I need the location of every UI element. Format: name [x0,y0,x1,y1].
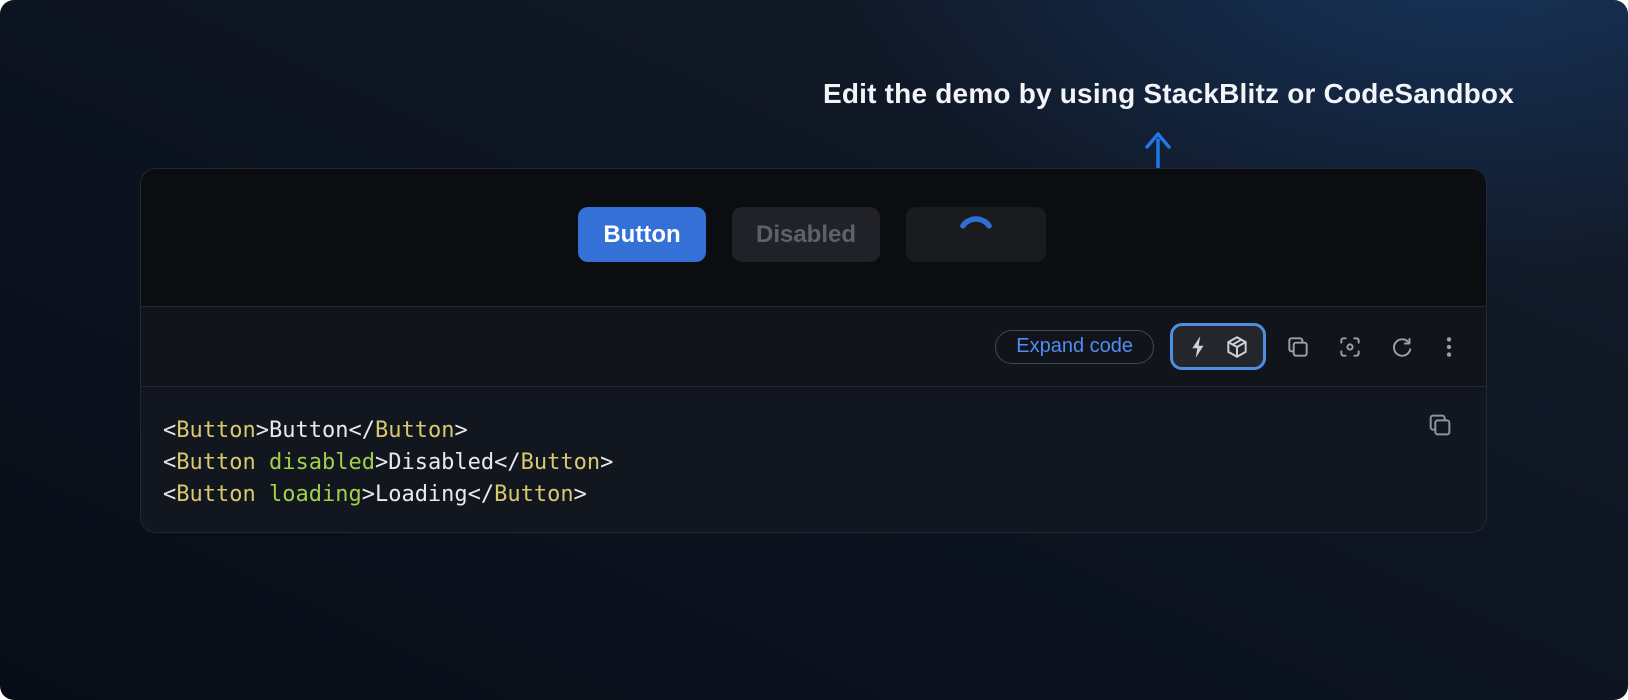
demo-preview: Button Disabled [141,169,1486,306]
copy-icon[interactable] [1278,327,1318,367]
demo-button-disabled: Disabled [732,207,880,262]
code-copy-icon[interactable] [1420,405,1460,445]
demo-toolbar: Expand code [141,306,1486,386]
code-lines: <Button>Button</Button><Button disabled>… [141,387,1486,533]
codesandbox-package-icon[interactable] [1224,334,1250,360]
refresh-icon[interactable] [1382,327,1422,367]
code-block: <Button>Button</Button><Button disabled>… [141,386,1486,533]
stackblitz-lightning-icon[interactable] [1186,334,1212,360]
demo-button-loading[interactable] [906,207,1046,262]
demo-buttons-row: Button Disabled [578,207,1046,262]
capture-focus-icon[interactable] [1330,327,1370,367]
code-line: <Button loading>Loading</Button> [163,479,1406,511]
oval-loader-icon [954,213,998,257]
editor-launch-group[interactable] [1170,323,1266,370]
dots-vertical-icon[interactable] [1434,327,1464,367]
callout-text: Edit the demo by using StackBlitz or Cod… [823,78,1514,110]
demo-button-disabled-label: Disabled [756,221,856,249]
code-line: <Button disabled>Disabled</Button> [163,447,1406,479]
demo-button-primary-label: Button [603,221,680,249]
code-line: <Button>Button</Button> [163,415,1406,447]
demo-button-primary[interactable]: Button [578,207,706,262]
page: Edit the demo by using StackBlitz or Cod… [0,0,1628,700]
expand-code-button[interactable]: Expand code [995,330,1154,364]
demo-card: Button Disabled Expand code [140,168,1487,533]
expand-code-label: Expand code [1016,335,1133,358]
